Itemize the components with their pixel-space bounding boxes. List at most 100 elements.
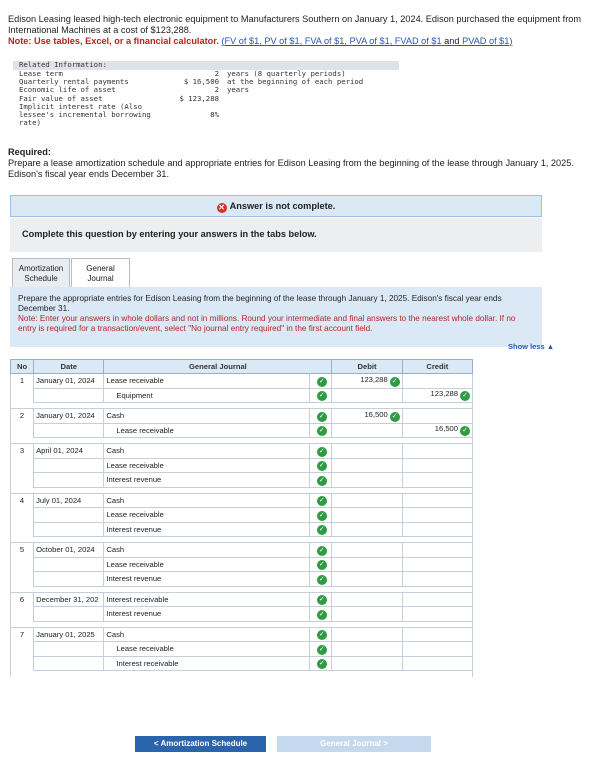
journal-row: Interest revenue ✓ bbox=[9, 571, 474, 587]
credit-input[interactable] bbox=[401, 457, 474, 473]
account-select[interactable]: Interest revenue bbox=[103, 472, 311, 488]
entry-number: 6 bbox=[9, 591, 35, 607]
link-pvad[interactable]: PVAD of $1 bbox=[462, 36, 509, 46]
entry-number: 7 bbox=[9, 626, 35, 642]
account-select[interactable]: Lease receivable bbox=[103, 422, 311, 438]
debit-input[interactable] bbox=[331, 606, 403, 622]
credit-input[interactable] bbox=[401, 655, 474, 671]
entry-date[interactable]: October 01, 2024 bbox=[33, 542, 105, 558]
link-fva[interactable]: FVA of $1 bbox=[305, 36, 345, 46]
check-cell: ✓ bbox=[309, 542, 333, 558]
debit-input[interactable] bbox=[331, 472, 403, 488]
entry-date[interactable]: December 31, 202 bbox=[33, 591, 105, 607]
tab-amortization-schedule[interactable]: Amortization Schedule bbox=[12, 258, 70, 288]
check-cell: ✓ bbox=[309, 591, 333, 607]
check-cell: ✓ bbox=[309, 492, 333, 508]
account-select[interactable]: Interest receivable bbox=[103, 655, 311, 671]
header-no: No bbox=[9, 359, 35, 374]
debit-input[interactable] bbox=[331, 457, 403, 473]
credit-input[interactable] bbox=[401, 626, 474, 642]
credit-input[interactable] bbox=[401, 591, 474, 607]
entry-number bbox=[9, 641, 35, 656]
debit-input[interactable] bbox=[331, 591, 403, 607]
correct-check-icon: ✓ bbox=[316, 376, 327, 387]
journal-row: 7 January 01, 2025 Cash ✓ bbox=[9, 626, 474, 642]
link-fvad[interactable]: FVAD of $1 bbox=[395, 36, 442, 46]
entry-date[interactable]: April 01, 2024 bbox=[33, 443, 105, 459]
credit-input[interactable] bbox=[401, 606, 474, 622]
account-select[interactable]: Cash bbox=[103, 408, 311, 424]
entry-date[interactable]: January 01, 2025 bbox=[33, 626, 105, 642]
entry-number: 3 bbox=[9, 443, 35, 458]
debit-input[interactable] bbox=[331, 641, 403, 657]
account-select[interactable]: Interest revenue bbox=[103, 521, 311, 537]
entry-number bbox=[9, 423, 35, 438]
info-amount: $ 16,500 bbox=[183, 77, 219, 87]
credit-input[interactable] bbox=[401, 472, 474, 488]
complete-prompt: Complete this question by entering your … bbox=[10, 218, 542, 252]
entry-number bbox=[9, 507, 35, 522]
account-select[interactable]: Lease receivable bbox=[103, 457, 311, 473]
credit-input[interactable] bbox=[401, 521, 474, 537]
credit-input[interactable] bbox=[401, 556, 474, 572]
account-select[interactable]: Interest revenue bbox=[103, 571, 311, 587]
debit-input[interactable] bbox=[331, 492, 403, 508]
link-fv[interactable]: FV of $1 bbox=[225, 36, 260, 46]
credit-input[interactable] bbox=[401, 507, 474, 523]
account-select[interactable]: Lease receivable bbox=[103, 373, 311, 389]
journal-table: No Date General Journal Debit Credit 1 Ja… bbox=[9, 359, 474, 677]
debit-input[interactable] bbox=[331, 422, 403, 438]
link-pv[interactable]: PV of $1 bbox=[264, 36, 299, 46]
debit-input[interactable]: 123,288 ✓ bbox=[331, 373, 403, 389]
account-select[interactable]: Cash bbox=[103, 542, 311, 558]
account-select[interactable]: Cash bbox=[103, 492, 311, 508]
correct-check-icon: ✓ bbox=[316, 426, 327, 437]
correct-check-icon: ✓ bbox=[316, 644, 327, 655]
show-less-link[interactable]: Show less ▲ bbox=[508, 342, 554, 351]
journal-row: Lease receivable ✓ 16,500 ✓ bbox=[9, 422, 474, 438]
account-select[interactable]: Interest receivable bbox=[103, 591, 311, 607]
debit-input[interactable] bbox=[331, 655, 403, 671]
debit-input[interactable] bbox=[331, 542, 403, 558]
debit-input[interactable] bbox=[331, 507, 403, 523]
entry-number bbox=[9, 472, 35, 487]
credit-input[interactable] bbox=[401, 492, 474, 508]
header-general-journal: General Journal bbox=[103, 359, 333, 374]
prev-tab-button[interactable]: < Amortization Schedule bbox=[135, 736, 266, 752]
credit-input[interactable] bbox=[401, 443, 474, 459]
tab-label-line2: Schedule bbox=[24, 274, 58, 283]
entry-date[interactable]: July 01, 2024 bbox=[33, 492, 105, 508]
debit-input[interactable] bbox=[331, 556, 403, 572]
account-select[interactable]: Lease receivable bbox=[103, 641, 311, 657]
check-cell: ✓ bbox=[309, 641, 333, 657]
tab-general-journal[interactable]: General Journal bbox=[71, 258, 130, 288]
account-select[interactable]: Lease receivable bbox=[103, 556, 311, 572]
account-select[interactable]: Cash bbox=[103, 443, 311, 459]
credit-input[interactable]: 123,288 ✓ bbox=[401, 387, 474, 403]
debit-input[interactable]: 16,500 ✓ bbox=[331, 408, 403, 424]
entry-date[interactable]: January 01, 2024 bbox=[33, 408, 105, 424]
debit-input[interactable] bbox=[331, 521, 403, 537]
debit-input[interactable] bbox=[331, 443, 403, 459]
journal-row: Lease receivable ✓ bbox=[9, 641, 474, 657]
credit-input[interactable] bbox=[401, 373, 474, 389]
debit-input[interactable] bbox=[331, 387, 403, 403]
correct-check-icon: ✓ bbox=[316, 391, 327, 402]
debit-input[interactable] bbox=[331, 626, 403, 642]
account-select[interactable]: Cash bbox=[103, 626, 311, 642]
credit-input[interactable]: 16,500 ✓ bbox=[401, 422, 474, 438]
credit-input[interactable] bbox=[401, 571, 474, 587]
credit-input[interactable] bbox=[401, 641, 474, 657]
debit-input[interactable] bbox=[331, 571, 403, 587]
account-select[interactable]: Equipment bbox=[103, 387, 311, 403]
credit-input[interactable] bbox=[401, 542, 474, 558]
account-select[interactable]: Interest revenue bbox=[103, 606, 311, 622]
next-tab-button[interactable]: General Journal > bbox=[277, 736, 431, 752]
entry-number bbox=[9, 606, 35, 621]
entry-date[interactable]: January 01, 2024 bbox=[33, 373, 105, 389]
credit-input[interactable] bbox=[401, 408, 474, 424]
info-unit: years bbox=[227, 85, 249, 95]
entry-date bbox=[33, 472, 105, 488]
link-pva[interactable]: PVA of $1 bbox=[350, 36, 390, 46]
account-select[interactable]: Lease receivable bbox=[103, 507, 311, 523]
